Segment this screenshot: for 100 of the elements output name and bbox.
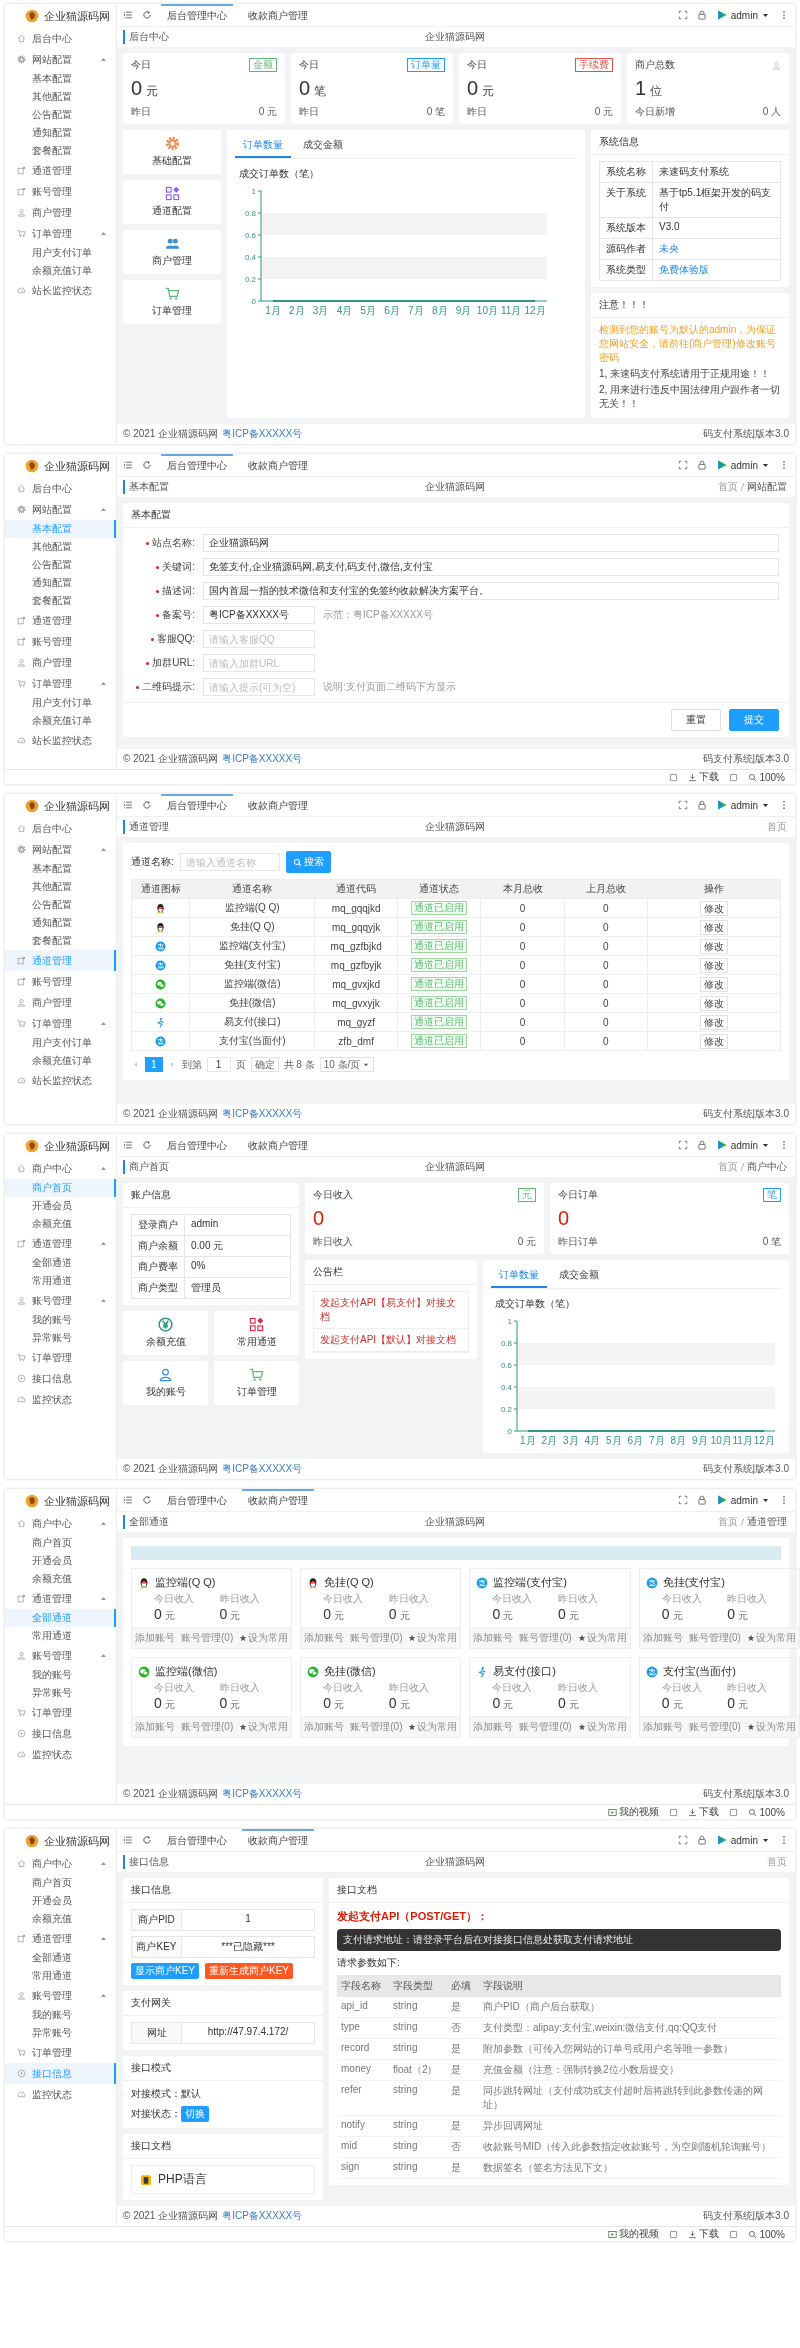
status-item[interactable]: 下载 xyxy=(688,2227,720,2241)
lock-icon[interactable] xyxy=(696,10,707,20)
user-menu[interactable]: admin xyxy=(715,459,770,471)
top-tab[interactable]: 后台管理中心 xyxy=(161,1134,233,1156)
top-tab[interactable]: 后台管理中心 xyxy=(161,1489,233,1511)
zoom-control[interactable]: 100% xyxy=(748,771,785,783)
fullscreen-icon[interactable] xyxy=(677,10,688,20)
edit-button[interactable]: 修改 xyxy=(699,976,728,992)
icp-link[interactable]: 粤ICP备XXXXX号 xyxy=(222,427,303,441)
sidebar-subitem[interactable]: 我的账号 xyxy=(5,1666,116,1684)
sidebar-item[interactable]: 站长监控状态 xyxy=(5,730,116,751)
status-item[interactable]: 我的视频 xyxy=(608,2227,660,2241)
window-icon[interactable] xyxy=(729,772,739,782)
chart-tab[interactable]: 订单数量 xyxy=(491,1264,547,1288)
menu-icon[interactable] xyxy=(123,1835,133,1845)
shortcut-card[interactable]: 订单管理 xyxy=(214,1361,299,1405)
confirm-button[interactable]: 确定 xyxy=(250,1057,279,1072)
sidebar-subitem[interactable]: 全部通道 xyxy=(5,1254,116,1272)
doc-link[interactable]: 发起支付API【默认】对接文档 xyxy=(314,1329,468,1352)
card-action[interactable]: 添加账号 xyxy=(639,1717,686,1737)
breadcrumb-link[interactable]: 网站配置 xyxy=(747,480,787,494)
sidebar-subitem[interactable]: 全部通道 xyxy=(5,1949,116,1967)
sidebar-item[interactable]: 订单管理 xyxy=(5,1347,116,1368)
sidebar-subitem[interactable]: 其他配置 xyxy=(5,88,116,106)
sidebar-item[interactable]: 通道管理 xyxy=(5,1588,116,1609)
shortcut-card[interactable]: 我的账号 xyxy=(123,1361,208,1405)
window-icon[interactable] xyxy=(729,1807,739,1817)
card-action[interactable]: 设为常用 xyxy=(236,1717,292,1737)
icp-link[interactable]: 粤ICP备XXXXX号 xyxy=(222,752,303,766)
menu-icon[interactable] xyxy=(123,800,133,810)
input-field[interactable]: 请输入客服QQ xyxy=(203,630,315,648)
card-action[interactable]: 账号管理(0) xyxy=(178,1628,237,1648)
sidebar-item[interactable]: 商户中心 xyxy=(5,1158,116,1179)
fullscreen-icon[interactable] xyxy=(677,800,688,810)
window-icon[interactable] xyxy=(669,1807,679,1817)
refresh-icon[interactable] xyxy=(142,10,152,20)
edit-button[interactable]: 修改 xyxy=(699,1014,728,1030)
sidebar-item[interactable]: 后台中心 xyxy=(5,478,116,499)
shortcut-card[interactable]: 订单管理 xyxy=(123,280,221,324)
sidebar-item[interactable]: 通道管理 xyxy=(5,160,116,181)
sidebar-item[interactable]: 商户管理 xyxy=(5,652,116,673)
sidebar-subitem[interactable]: 我的账号 xyxy=(5,2006,116,2024)
sidebar-subitem[interactable]: 我的账号 xyxy=(5,1311,116,1329)
sidebar-subitem[interactable]: 其他配置 xyxy=(5,538,116,556)
sidebar-subitem[interactable]: 基本配置 xyxy=(5,70,116,88)
sidebar-subitem[interactable]: 常用通道 xyxy=(5,1967,116,1985)
chart-tab[interactable]: 成交金额 xyxy=(551,1264,607,1288)
lock-icon[interactable] xyxy=(696,800,707,810)
sidebar-item[interactable]: 通道管理 xyxy=(5,610,116,631)
sidebar-item[interactable]: 接口信息 xyxy=(5,1723,116,1744)
refresh-icon[interactable] xyxy=(142,460,152,470)
refresh-icon[interactable] xyxy=(142,1495,152,1505)
sidebar-item[interactable]: 通道管理 xyxy=(5,1233,116,1254)
sidebar-subitem[interactable]: 商户首页 xyxy=(5,1534,116,1552)
top-tab[interactable]: 收款商户管理 xyxy=(242,794,314,816)
input-field[interactable]: 请输入加群URL xyxy=(203,654,315,672)
top-tab[interactable]: 收款商户管理 xyxy=(242,454,314,476)
icp-link[interactable]: 粤ICP备XXXXX号 xyxy=(222,1462,303,1476)
refresh-icon[interactable] xyxy=(142,800,152,810)
sidebar-item[interactable]: 账号管理 xyxy=(5,1290,116,1311)
card-action[interactable]: 添加账号 xyxy=(470,1717,517,1737)
window-icon[interactable] xyxy=(669,772,679,782)
page-input[interactable]: 1 xyxy=(206,1057,231,1072)
lock-icon[interactable] xyxy=(696,1835,707,1845)
table-link[interactable]: 免费体验版 xyxy=(653,260,781,281)
shortcut-card[interactable]: 常用通道 xyxy=(214,1311,299,1355)
card-action[interactable]: 添加账号 xyxy=(470,1628,517,1648)
sidebar-item[interactable]: 商户管理 xyxy=(5,202,116,223)
user-menu[interactable]: admin xyxy=(715,799,770,811)
sidebar-subitem[interactable]: 异常账号 xyxy=(5,1684,116,1702)
user-menu[interactable]: admin xyxy=(715,1494,770,1506)
sidebar-subitem[interactable]: 余额充值订单 xyxy=(5,262,116,280)
sidebar-item[interactable]: 监控状态 xyxy=(5,1389,116,1410)
sidebar-subitem[interactable]: 套餐配置 xyxy=(5,592,116,610)
sidebar-subitem[interactable]: 基本配置 xyxy=(5,860,116,878)
refresh-icon[interactable] xyxy=(142,1140,152,1150)
zoom-control[interactable]: 100% xyxy=(748,2228,785,2240)
top-tab[interactable]: 收款商户管理 xyxy=(242,4,314,26)
sidebar-item[interactable]: 账号管理 xyxy=(5,631,116,652)
sidebar-subitem[interactable]: 开通会员 xyxy=(5,1892,116,1910)
top-tab[interactable]: 收款商户管理 xyxy=(242,1134,314,1156)
card-action[interactable]: 添加账号 xyxy=(301,1628,348,1648)
card-action[interactable]: 添加账号 xyxy=(639,1628,686,1648)
fullscreen-icon[interactable] xyxy=(677,460,688,470)
card-action[interactable]: 账号管理(0) xyxy=(516,1628,575,1648)
sidebar-item[interactable]: 网站配置 xyxy=(5,49,116,70)
sidebar-item[interactable]: 商户管理 xyxy=(5,992,116,1013)
card-action[interactable]: 设为常用 xyxy=(405,1628,461,1648)
fullscreen-icon[interactable] xyxy=(677,1140,688,1150)
icp-link[interactable]: 粤ICP备XXXXX号 xyxy=(222,1107,303,1121)
sidebar-subitem[interactable]: 余额充值订单 xyxy=(5,712,116,730)
top-tab[interactable]: 后台管理中心 xyxy=(161,1829,233,1851)
input-field[interactable]: 粤ICP备XXXXX号 xyxy=(203,606,315,624)
card-action[interactable]: 添加账号 xyxy=(301,1717,348,1737)
fullscreen-icon[interactable] xyxy=(677,1835,688,1845)
shortcut-card[interactable]: 基础配置 xyxy=(123,130,221,174)
sidebar-subitem[interactable]: 异常账号 xyxy=(5,1329,116,1347)
menu-icon[interactable] xyxy=(123,1495,133,1505)
icp-link[interactable]: 粤ICP备XXXXX号 xyxy=(222,2209,303,2223)
lock-icon[interactable] xyxy=(696,1495,707,1505)
